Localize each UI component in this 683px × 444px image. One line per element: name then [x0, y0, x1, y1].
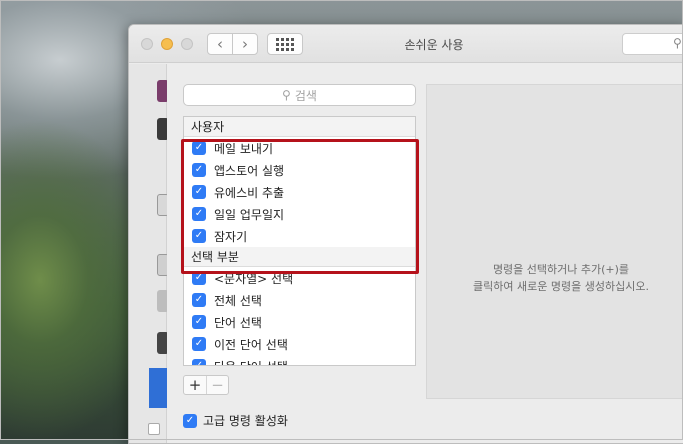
grid-icon-dot	[276, 47, 279, 51]
command-label: 앱스토어 실행	[214, 163, 285, 178]
grid-icon-dot	[291, 42, 294, 46]
checkbox[interactable]: ✓	[192, 315, 206, 329]
grid-icon-dot	[281, 47, 284, 51]
command-label: 전체 선택	[214, 293, 262, 308]
add-command-button[interactable]: +	[184, 376, 206, 394]
grid-icon-dot	[281, 42, 284, 46]
voice-control-panel: ⚲ 검색 사용자 ✓ 메일 보내기 ✓ 앱스토어 실행 ✓ 유에스비 추출 ✓ 일일 업…	[167, 64, 683, 443]
checkbox[interactable]: ✓	[192, 229, 206, 243]
command-label: 이전 단어 선택	[214, 337, 288, 352]
title-bar: ‹ › 손쉬운 사용 ⚲	[129, 25, 683, 63]
search-placeholder: 검색	[294, 88, 317, 103]
list-item[interactable]: ✓ <문자열> 선택	[184, 267, 415, 289]
preferences-window: ‹ › 손쉬운 사용 ⚲ ⚲ 검색 사용자 ✓ 메일 보내기 ✓ 앱스토어 실행 ✓…	[128, 24, 683, 444]
grid-icon-dot	[286, 42, 289, 46]
background-checkbox[interactable]	[148, 423, 160, 435]
minimize-button[interactable]	[161, 38, 173, 50]
command-detail-pane: 명령을 선택하거나 추가(+)를 클릭하여 새로운 명령을 생성하십시오.	[426, 84, 683, 399]
grid-icon-dot	[276, 42, 279, 46]
zoom-button[interactable]	[181, 38, 193, 50]
detail-hint-line1: 명령을 선택하거나 추가(+)를	[492, 263, 630, 276]
list-item[interactable]: ✓ 전체 선택	[184, 289, 415, 311]
command-label: 잠자기	[214, 229, 248, 244]
checkbox[interactable]: ✓	[192, 359, 206, 365]
close-button[interactable]	[141, 38, 153, 50]
chevron-right-icon: ›	[242, 35, 248, 53]
detail-hint-line2: 클릭하여 새로운 명령을 생성하십시오.	[473, 280, 649, 293]
list-item[interactable]: ✓ 다음 단어 선택	[184, 355, 415, 366]
checkbox[interactable]: ✓	[192, 163, 206, 177]
checkbox[interactable]: ✓	[192, 141, 206, 155]
command-label: 유에스비 추출	[214, 185, 285, 200]
grid-icon-dot	[286, 47, 289, 51]
back-button[interactable]: ‹	[207, 33, 233, 55]
category-sidebar	[129, 64, 169, 443]
group-header: 선택 부분	[184, 247, 415, 267]
list-item[interactable]: ✓ 단어 선택	[184, 311, 415, 333]
checkbox[interactable]: ✓	[192, 185, 206, 199]
list-item[interactable]: ✓ 이전 단어 선택	[184, 333, 415, 355]
chevron-left-icon: ‹	[217, 35, 223, 53]
checkbox[interactable]: ✓	[192, 207, 206, 221]
forward-button[interactable]: ›	[232, 33, 258, 55]
remove-command-button[interactable]: −	[206, 376, 228, 394]
command-label: 일일 업무일지	[214, 207, 285, 222]
list-item[interactable]: ✓ 일일 업무일지	[184, 203, 415, 225]
command-list[interactable]: 사용자 ✓ 메일 보내기 ✓ 앱스토어 실행 ✓ 유에스비 추출 ✓ 일일 업무일지 ✓…	[183, 116, 416, 366]
checkbox[interactable]: ✓	[192, 337, 206, 351]
search-icon: ⚲	[282, 88, 291, 102]
grid-icon-dot	[281, 37, 284, 41]
checkbox[interactable]: ✓	[192, 271, 206, 285]
search-icon: ⚲	[673, 36, 682, 50]
command-label: <문자열> 선택	[214, 271, 294, 286]
list-item[interactable]: ✓ 유에스비 추출	[184, 181, 415, 203]
advanced-commands-label: 고급 명령 활성화	[203, 414, 288, 428]
advanced-commands-toggle[interactable]: ✓ 고급 명령 활성화	[183, 412, 288, 429]
sidebar-item-selected[interactable]	[149, 368, 167, 408]
command-label: 다음 단어 선택	[214, 358, 288, 366]
toolbar-search-field[interactable]: ⚲	[622, 33, 683, 55]
list-item[interactable]: ✓ 메일 보내기	[184, 137, 415, 159]
checkbox[interactable]: ✓	[183, 413, 197, 428]
command-label: 단어 선택	[214, 315, 262, 330]
list-item[interactable]: ✓ 잠자기	[184, 225, 415, 247]
group-header: 사용자	[184, 117, 415, 137]
list-add-remove-control: + −	[183, 375, 229, 395]
show-all-button[interactable]	[267, 33, 303, 55]
command-label: 메일 보내기	[214, 141, 274, 156]
grid-icon	[276, 37, 279, 41]
list-item[interactable]: ✓ 앱스토어 실행	[184, 159, 415, 181]
detail-hint: 명령을 선택하거나 추가(+)를 클릭하여 새로운 명령을 생성하십시오.	[427, 261, 683, 295]
grid-icon-dot	[291, 37, 294, 41]
command-search-field[interactable]: ⚲ 검색	[183, 84, 416, 106]
grid-icon-dot	[291, 47, 294, 51]
window-title: 손쉬운 사용	[404, 38, 464, 52]
checkbox[interactable]: ✓	[192, 293, 206, 307]
grid-icon-dot	[286, 37, 289, 41]
